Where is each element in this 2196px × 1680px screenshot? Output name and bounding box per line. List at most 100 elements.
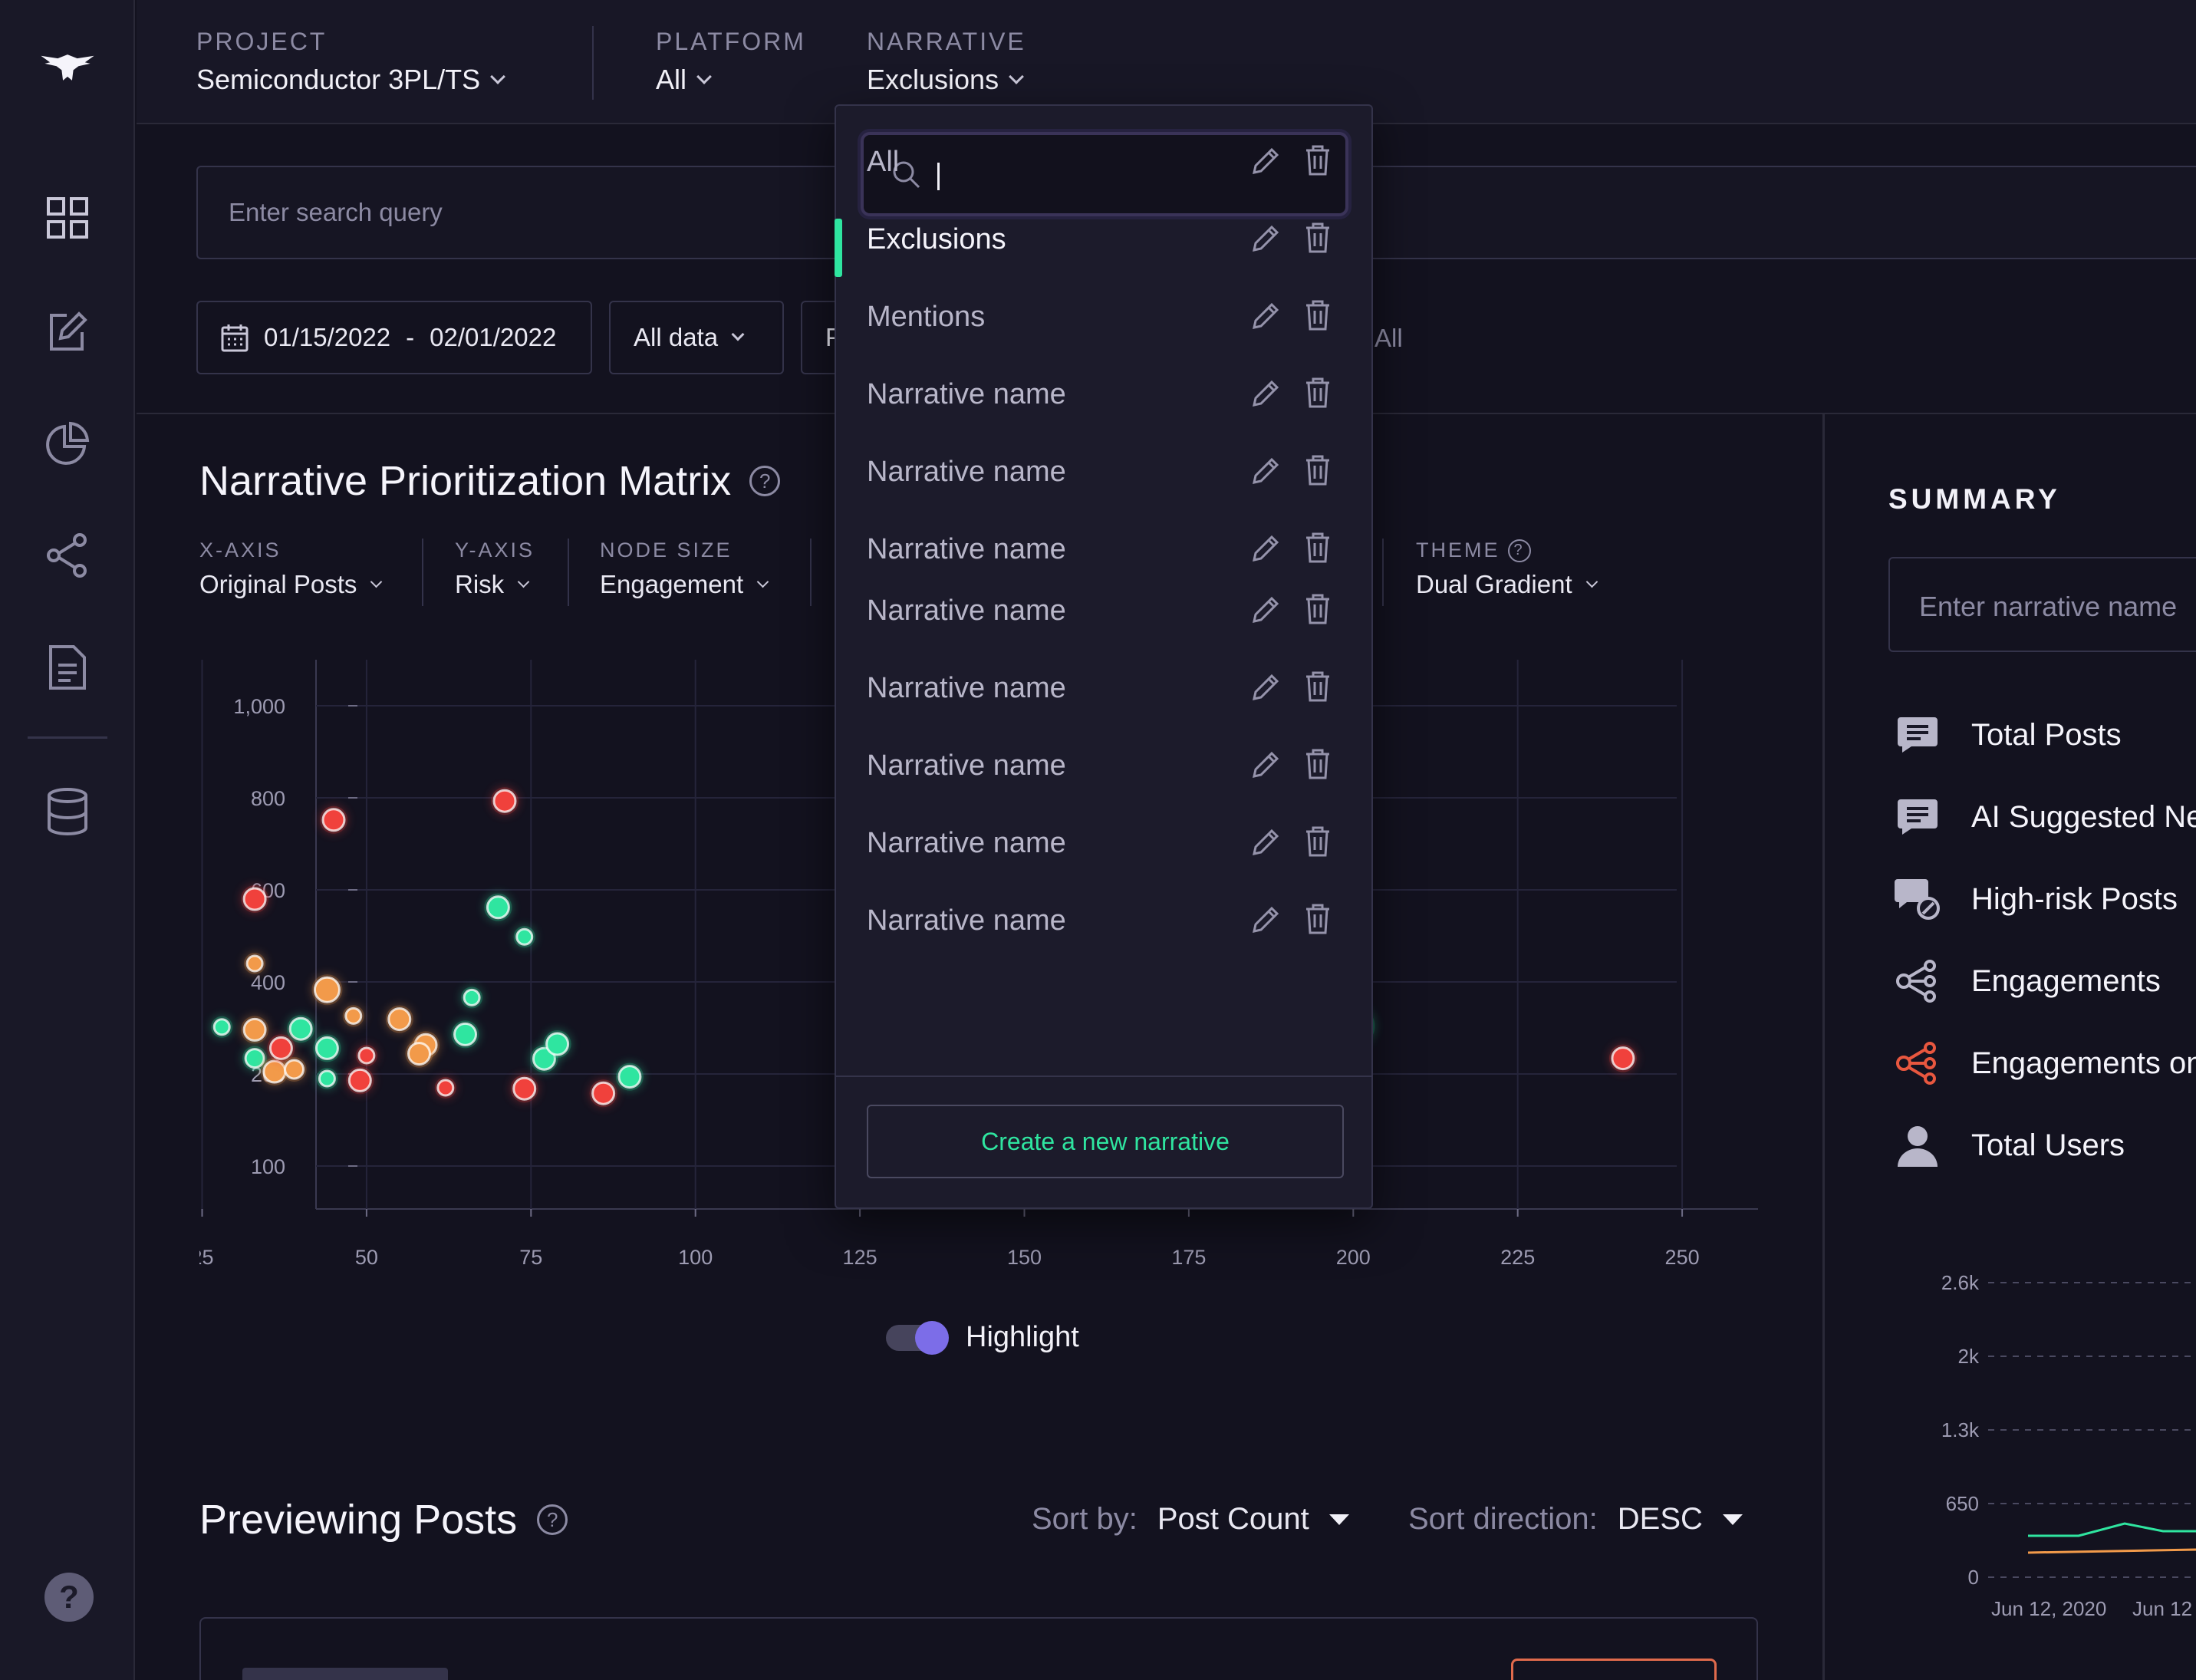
data-point[interactable] [486,895,510,920]
data-point[interactable] [313,976,341,1003]
pencil-edit-icon[interactable] [1250,456,1281,486]
data-point[interactable] [344,1006,363,1025]
data-point[interactable] [515,927,534,946]
active-indicator [835,219,842,277]
data-point[interactable] [244,1048,265,1069]
data-point[interactable] [242,887,267,911]
theme-select[interactable]: THEME? Dual Gradient [1416,539,1598,599]
narrative-option[interactable]: Narrative name [836,654,1373,723]
posts-icon [1895,712,1941,758]
post-action-button[interactable] [1511,1659,1717,1680]
edit-note-icon[interactable] [38,302,97,361]
pencil-edit-icon[interactable] [1250,378,1281,409]
data-point[interactable] [512,1076,537,1101]
highlight-toggle-row[interactable]: Highlight [886,1320,1079,1355]
control-divider [422,539,423,606]
narrative-option[interactable]: Narrative name [836,886,1373,955]
data-point[interactable] [407,1042,431,1066]
data-point[interactable] [268,1036,293,1060]
caret-down-icon [1328,1514,1349,1525]
data-point[interactable] [321,808,346,832]
data-point[interactable] [463,988,481,1006]
data-point[interactable] [545,1032,570,1056]
pencil-edit-icon[interactable] [1250,595,1281,625]
trash-delete-icon[interactable] [1304,593,1332,625]
help-icon[interactable]: ? [537,1504,568,1535]
create-narrative-button[interactable]: Create a new narrative [867,1105,1344,1178]
narrative-option[interactable]: Narrative name [836,437,1373,506]
pencil-edit-icon[interactable] [1250,223,1281,254]
control-divider [1382,539,1384,606]
project-value: Semiconductor 3PL/TS [196,64,481,95]
pencil-edit-icon[interactable] [1250,749,1281,780]
trash-delete-icon[interactable] [1304,222,1332,254]
post-preview-card[interactable] [199,1617,1758,1680]
data-point[interactable] [591,1081,616,1105]
help-icon[interactable]: ? [1507,539,1531,562]
data-point[interactable] [453,1022,478,1046]
help-icon[interactable]: ? [749,466,781,496]
narrative-option[interactable]: Exclusions [835,205,1373,277]
data-point[interactable] [288,1016,313,1041]
pencil-edit-icon[interactable] [1250,827,1281,858]
y-axis-select[interactable]: Y-AXIS Risk [455,539,535,599]
pencil-edit-icon[interactable] [1250,904,1281,935]
x-axis-select[interactable]: X-AXIS Original Posts [199,539,383,599]
document-icon[interactable] [38,638,97,697]
platform-selector[interactable]: PLATFORM All [656,28,806,96]
narrative-name-input[interactable]: Enter narrative name [1888,557,2196,652]
date-range-picker[interactable]: 01/15/2022 - 02/01/2022 [196,301,592,374]
trash-delete-icon[interactable] [1304,748,1332,780]
pencil-edit-icon[interactable] [1250,672,1281,703]
trash-delete-icon[interactable] [1304,903,1332,935]
data-point[interactable] [387,1007,412,1032]
database-icon[interactable] [38,782,97,841]
node-size-select[interactable]: NODE SIZE Engagement [600,539,769,599]
trash-delete-icon[interactable] [1304,670,1332,703]
sort-by-select[interactable]: Sort by: Post Count [1032,1502,1349,1537]
pencil-edit-icon[interactable] [1250,533,1281,564]
highlight-toggle[interactable] [886,1320,949,1355]
narrative-option[interactable]: Narrative name [836,360,1373,429]
data-point[interactable] [1611,1046,1635,1071]
data-scope-select[interactable]: All data [609,301,784,374]
sort-direction-select[interactable]: Sort direction: DESC [1408,1502,1743,1537]
project-selector[interactable]: PROJECT Semiconductor 3PL/TS [196,28,506,96]
x-tick-label: 75 [519,1246,542,1269]
control-divider [568,539,569,606]
x-tick-label: 250 [1665,1246,1700,1269]
narrative-option[interactable]: All [836,127,1373,196]
dropdown-footer-divider [836,1076,1371,1077]
trash-delete-icon[interactable] [1304,454,1332,486]
data-point[interactable] [262,1059,287,1084]
data-point[interactable] [212,1018,231,1036]
narrative-selector[interactable]: NARRATIVE Exclusions [867,28,1026,96]
narrative-option[interactable]: Narrative name [836,515,1373,584]
pencil-edit-icon[interactable] [1250,301,1281,331]
pie-chart-icon[interactable] [38,414,97,473]
network-share-icon[interactable] [38,526,97,585]
narrative-option[interactable]: Mentions [836,282,1373,351]
narrative-option[interactable]: Narrative name [836,809,1373,878]
data-point[interactable] [347,1068,372,1092]
trash-delete-icon[interactable] [1304,377,1332,409]
pencil-edit-icon[interactable] [1250,146,1281,176]
data-point[interactable] [242,1017,267,1042]
trash-delete-icon[interactable] [1304,532,1332,564]
data-point[interactable] [245,954,264,973]
data-point[interactable] [436,1079,455,1097]
data-point[interactable] [314,1036,339,1060]
data-point[interactable] [492,789,517,813]
data-point[interactable] [318,1069,336,1088]
narrative-option[interactable]: Narrative name [836,576,1373,645]
trash-delete-icon[interactable] [1304,144,1332,176]
data-point[interactable] [284,1059,305,1080]
dashboard-grid-icon[interactable] [38,189,97,247]
data-point[interactable] [617,1065,642,1089]
trash-delete-icon[interactable] [1304,299,1332,331]
data-point[interactable] [357,1046,376,1065]
narrative-option[interactable]: Narrative name [836,731,1373,800]
logo-eagle-icon[interactable] [38,38,97,97]
trash-delete-icon[interactable] [1304,825,1332,858]
help-icon[interactable]: ? [44,1573,94,1622]
